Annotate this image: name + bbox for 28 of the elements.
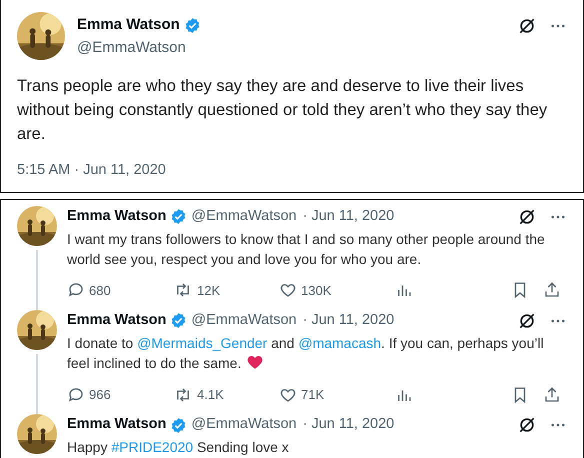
like-button[interactable]: 130K: [279, 280, 395, 300]
tweet-text: I want my trans followers to know that I and so many other people around the world see you, respect you and love you for who you are.: [67, 230, 546, 268]
user-name[interactable]: Emma Watson: [67, 414, 166, 436]
reply-button[interactable]: 966: [67, 384, 173, 404]
tweet-text: Trans people are who they say they are and deserve to live their lives without being constantly questioned or told they aren’t who they say they are.: [17, 76, 548, 145]
slashed-circle-icon[interactable]: [517, 16, 537, 36]
repost-button[interactable]: 4.1K: [173, 384, 279, 404]
tweet-text: Happy #PRIDE2020 Sending love x: [67, 438, 290, 457]
repost-button[interactable]: 12K: [173, 280, 279, 300]
user-handle[interactable]: @EmmaWatson: [77, 36, 505, 59]
tweet-text: I donate to @Mermaids_Gender and @mamacash. If you can, perhaps you’ll feel inclined to do the same.: [67, 334, 545, 373]
speech-bubble-icon: [67, 281, 85, 300]
user-handle[interactable]: @EmmaWatson: [191, 310, 297, 332]
like-button[interactable]: 71K: [279, 384, 395, 404]
heart-outline-icon: [279, 281, 297, 300]
user-name[interactable]: Emma Watson: [67, 206, 166, 228]
user-name[interactable]: Emma Watson: [67, 310, 166, 332]
share-icon[interactable]: [543, 281, 561, 300]
tweet-date[interactable]: · Jun 11, 2020: [302, 206, 394, 228]
user-handle[interactable]: @EmmaWatson: [191, 206, 297, 228]
reply-button[interactable]: 680: [67, 280, 173, 300]
user-handle[interactable]: @EmmaWatson: [191, 414, 297, 436]
tweet-date[interactable]: · Jun 11, 2020: [302, 310, 394, 332]
timestamp[interactable]: 5:15 AM · Jun 11, 2020: [17, 160, 567, 182]
user-name[interactable]: Emma Watson: [77, 14, 180, 36]
tweet-date[interactable]: · Jun 11, 2020: [302, 414, 394, 436]
speech-bubble-icon: [67, 386, 85, 404]
share-icon[interactable]: [543, 386, 561, 404]
